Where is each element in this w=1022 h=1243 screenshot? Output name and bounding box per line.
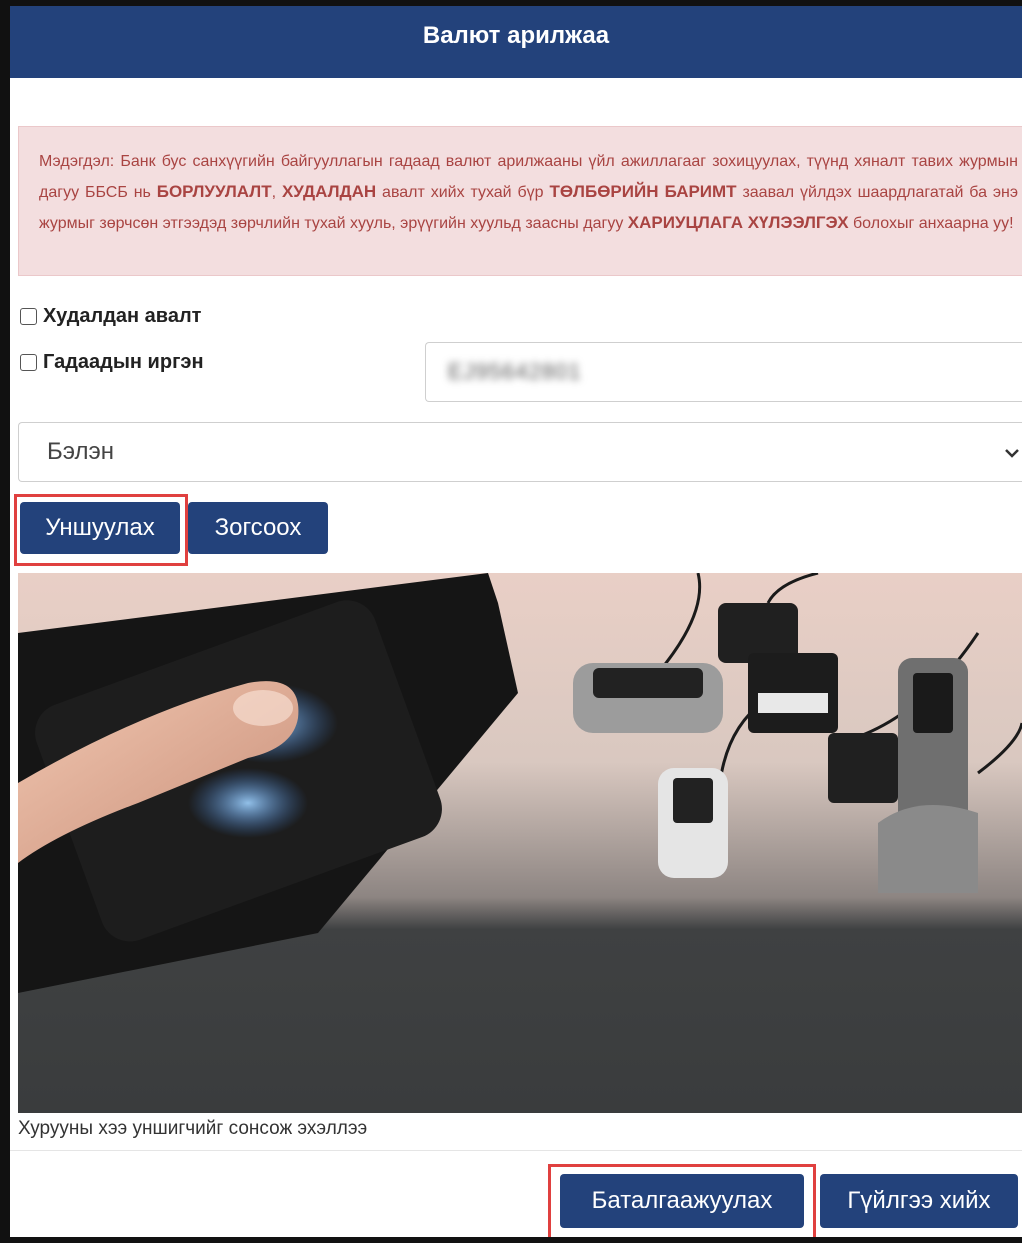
footer-divider <box>10 1150 1022 1151</box>
foreigner-checkbox-row[interactable]: Гадаадын иргэн <box>20 351 204 374</box>
purchase-label: Худалдан авалт <box>43 305 202 327</box>
status-caption: Хурууны хээ уншигчийг сонсож эхэллээ <box>18 1118 368 1139</box>
window-frame-left <box>0 0 10 1243</box>
verify-button-highlight <box>548 1164 816 1240</box>
transact-button-label: Гүйлгээ хийх <box>847 1187 991 1214</box>
alert-text: , <box>271 184 282 201</box>
alert-text: авалт хийх тухай бүр <box>376 184 550 201</box>
alert-emphasis: ХАРИУЦЛАГА ХҮЛЭЭЛГЭХ <box>627 213 849 232</box>
page-title: Валют арилжаа <box>422 22 610 49</box>
page-header: Валют арилжаа <box>10 6 1022 78</box>
window-frame-bottom <box>0 1237 1022 1243</box>
foreigner-checkbox[interactable] <box>20 354 37 371</box>
stop-button-label: Зогсоох <box>214 514 302 541</box>
purchase-checkbox[interactable] <box>20 308 37 325</box>
purchase-checkbox-row[interactable]: Худалдан авалт <box>20 305 201 328</box>
id-number-input[interactable]: EJ95642801 <box>425 342 1022 402</box>
alert-emphasis: БОРЛУУЛАЛТ <box>156 182 272 201</box>
foreigner-label: Гадаадын иргэн <box>43 351 204 373</box>
payment-type-select[interactable]: Бэлэн <box>18 422 1022 482</box>
alert-text: болохыг анхаарна уу! <box>848 215 1014 232</box>
stop-button[interactable]: Зогсоох <box>188 502 328 554</box>
payment-type-value: Бэлэн <box>47 438 114 465</box>
alert-emphasis: ТӨЛБӨРИЙН БАРИМТ <box>549 182 737 201</box>
scan-button-highlight <box>14 494 188 566</box>
id-number-value: EJ95642801 <box>448 359 582 384</box>
alert-emphasis: ХУДАЛДАН <box>281 182 377 201</box>
warning-alert: Мэдэгдэл: Банк бус санхүүгийн байгууллаг… <box>18 126 1022 276</box>
transact-button[interactable]: Гүйлгээ хийх <box>820 1174 1018 1228</box>
chevron-down-icon <box>1004 439 1020 465</box>
fingerprint-scanner-image <box>18 573 1022 1113</box>
